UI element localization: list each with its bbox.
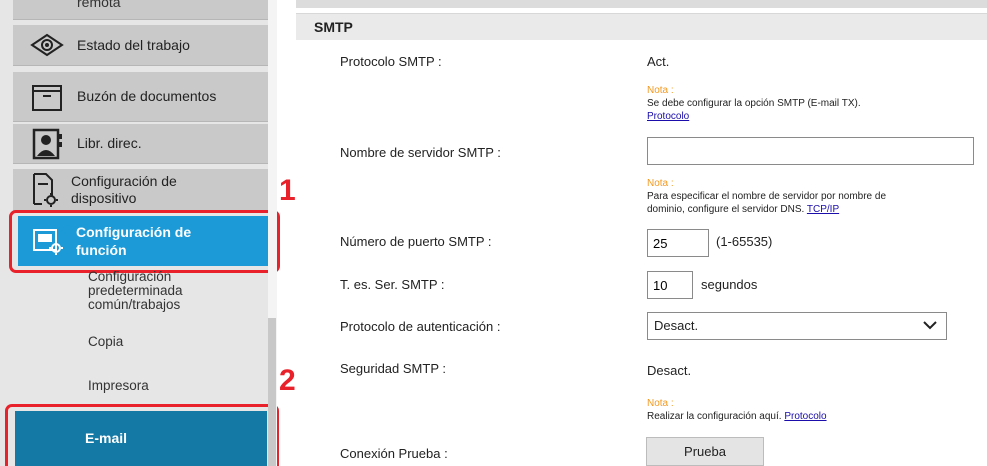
smtp-server-input[interactable]: [647, 137, 974, 165]
sidebar-subitem-printer[interactable]: Impresora: [88, 379, 263, 393]
sidebar-item-remote-partial[interactable]: remota: [13, 0, 268, 20]
note-text: Realizar la configuración aquí.: [647, 411, 782, 422]
note-text: Se debe configurar la opción SMTP (E-mai…: [647, 98, 861, 109]
step-number-1: 1: [279, 174, 296, 207]
smtp-port-input[interactable]: [647, 229, 709, 257]
smtp-timeout-label: T. es. Ser. SMTP :: [340, 277, 445, 292]
sidebar-scrollbar-thumb[interactable]: [268, 318, 276, 466]
sidebar-item-label-group: Configuración de dispositivo: [71, 173, 177, 207]
sidebar-subitem-label: Impresora: [88, 378, 149, 393]
sidebar-item-label: Buzón de documentos: [77, 88, 217, 104]
sidebar-item-label: Configuración de: [71, 172, 177, 189]
sidebar-item-device-settings[interactable]: Configuración de dispositivo: [13, 169, 268, 211]
sidebar: remota Estado del trabajo Buzón de docum…: [0, 0, 280, 466]
note-title: Nota :: [647, 85, 674, 96]
sidebar-item-label: dispositivo: [71, 189, 137, 206]
sidebar-item-document-box[interactable]: Buzón de documentos: [13, 72, 268, 122]
protocol-link[interactable]: Protocolo: [784, 411, 826, 422]
smtp-timeout-input[interactable]: [647, 271, 693, 299]
section-title: SMTP: [314, 19, 353, 35]
connection-test-label: Conexión Prueba :: [340, 446, 448, 461]
note-title: Nota :: [647, 398, 674, 409]
auth-protocol-value: Desact.: [654, 318, 699, 333]
sidebar-subitem-label: predeterminada: [88, 283, 183, 298]
note-title: Nota :: [647, 178, 674, 189]
step-number-2: 2: [279, 364, 296, 397]
note-text: Para especificar el nombre de servidor p…: [647, 191, 887, 202]
note-security: Nota : Realizar la configuración aquí. P…: [647, 397, 827, 423]
sidebar-subitem-label: Copia: [88, 334, 124, 349]
protocol-link[interactable]: Protocolo: [647, 111, 689, 122]
auth-protocol-select[interactable]: Desact.: [647, 312, 947, 340]
sidebar-item-label: Estado del trabajo: [77, 36, 190, 53]
address-book-icon: [25, 126, 69, 162]
smtp-security-value: Desact.: [647, 363, 692, 378]
chevron-down-icon: [922, 316, 938, 343]
eye-icon: [25, 27, 69, 63]
sidebar-subitem-common-defaults[interactable]: Configuración predeterminada común/traba…: [88, 270, 263, 312]
smtp-timeout-unit: segundos: [701, 277, 758, 292]
test-button[interactable]: Prueba: [646, 437, 764, 466]
sidebar-item-label: remota: [77, 0, 121, 10]
smtp-server-label: Nombre de servidor SMTP :: [340, 145, 501, 160]
sidebar-item-address-book[interactable]: Libr. direc.: [13, 124, 268, 164]
smtp-security-label: Seguridad SMTP :: [340, 361, 446, 376]
sidebar-subitem-label: Configuración: [88, 269, 172, 284]
top-divider: [296, 0, 987, 8]
note-text: dominio, configure el servidor DNS.: [647, 204, 805, 215]
smtp-protocol-label: Protocolo SMTP :: [340, 54, 442, 69]
note-smtp-protocol: Nota : Se debe configurar la opción SMTP…: [647, 84, 861, 123]
smtp-port-label: Número de puerto SMTP :: [340, 234, 492, 249]
smtp-settings-panel: SMTP Protocolo SMTP : Act. Nota : Se deb…: [296, 0, 987, 466]
auth-protocol-label: Protocolo de autenticación :: [340, 319, 501, 334]
highlight-box-step1: [9, 210, 280, 273]
device-settings-icon: [25, 172, 65, 208]
highlight-box-step2: [5, 404, 279, 466]
smtp-port-range: (1-65535): [716, 234, 773, 249]
section-header: SMTP: [296, 13, 987, 40]
sidebar-subitem-copy[interactable]: Copia: [88, 335, 263, 349]
sidebar-subitem-label: común/trabajos: [88, 297, 181, 312]
tcpip-link[interactable]: TCP/IP: [807, 204, 839, 215]
note-dns: Nota : Para especificar el nombre de ser…: [647, 177, 886, 216]
folder-icon: [25, 79, 69, 115]
sidebar-item-job-status[interactable]: Estado del trabajo: [13, 25, 268, 66]
smtp-protocol-value: Act.: [647, 54, 670, 69]
sidebar-item-label: Libr. direc.: [77, 135, 142, 151]
